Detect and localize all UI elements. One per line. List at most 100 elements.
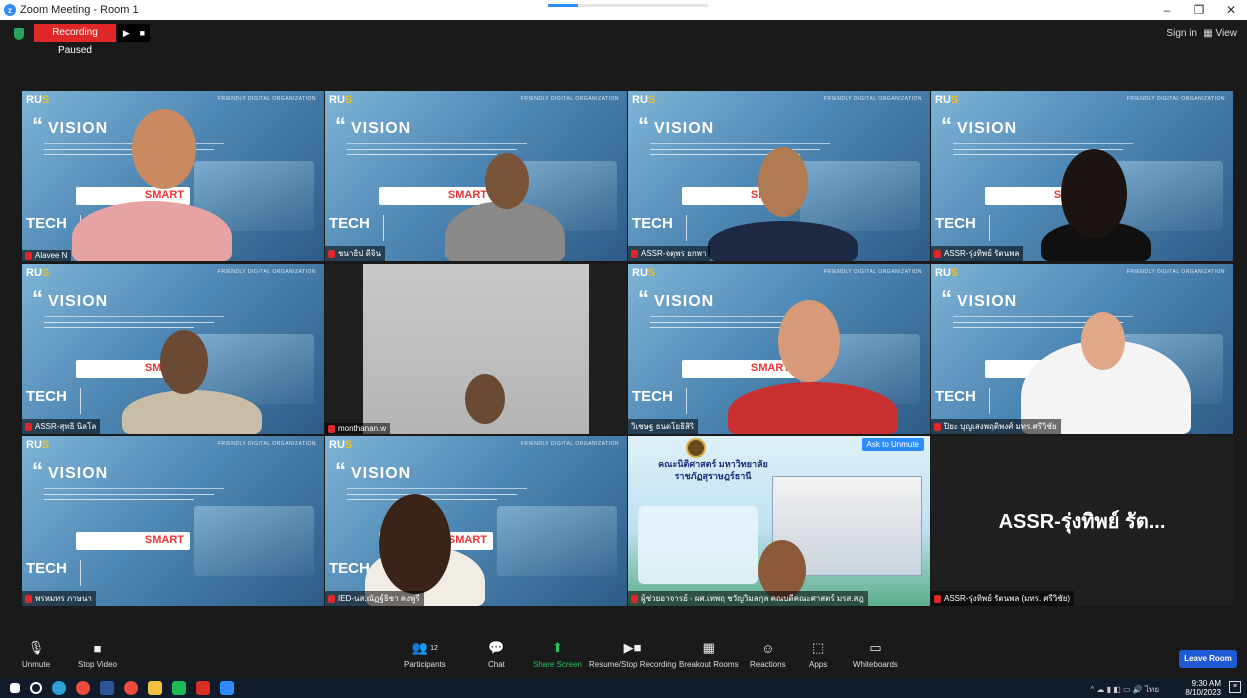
video-tile[interactable]: RUS FRIENDLY DIGITAL ORGANIZATION “VISIO…: [22, 264, 324, 434]
participants-icon: 👥 12: [411, 640, 438, 655]
line-app-icon[interactable]: [172, 681, 186, 695]
chat-icon: 💬: [488, 640, 505, 655]
participant-face: [758, 147, 808, 217]
participant-face: [1061, 149, 1127, 239]
share-screen-button[interactable]: ⬆ Share Screen: [533, 640, 582, 669]
window-titlebar: z Zoom Meeting - Room 1 – ❐ ✕: [0, 0, 1247, 20]
view-button[interactable]: ▦ View: [1203, 28, 1237, 39]
university-seal-icon: [686, 438, 706, 458]
stop-recording-icon[interactable]: ■: [140, 24, 145, 42]
drag-handle[interactable]: [548, 4, 708, 7]
video-tile[interactable]: RUS FRIENDLY DIGITAL ORGANIZATION “VISIO…: [325, 436, 627, 606]
video-tile[interactable]: ASSR-รุ่งทิพย์ รัต... ASSR-รุ่งทิพย์ รัต…: [931, 436, 1233, 606]
muted-mic-icon: [25, 594, 32, 603]
video-camera-icon: ■: [93, 640, 102, 656]
participants-count: 12: [430, 644, 438, 652]
reactions-button[interactable]: ☺ Reactions: [750, 640, 786, 670]
resume-stop-recording-button[interactable]: ▶■ Resume/Stop Recording: [589, 640, 676, 669]
participant-name-tag: monthanan.w: [325, 423, 391, 434]
view-label: View: [1215, 28, 1238, 39]
clock-time: 9:30 AM: [1191, 679, 1221, 688]
meeting-toolbar: 🎙 Unmute ■ Stop Video 👥 12 Participants 💬 Cha…: [0, 636, 1247, 676]
unmute-button[interactable]: 🎙 Unmute: [22, 640, 50, 669]
video-tile[interactable]: RUS FRIENDLY DIGITAL ORGANIZATION “VISIO…: [628, 91, 930, 261]
breakout-rooms-button[interactable]: ▦ Breakout Rooms: [679, 640, 739, 669]
video-tile[interactable]: RUS FRIENDLY DIGITAL ORGANIZATION “VISIO…: [931, 264, 1233, 434]
clock[interactable]: 9:30 AM 8/10/2023: [1185, 679, 1221, 697]
window-controls: – ❐ ✕: [1151, 0, 1247, 20]
participant-face: [485, 153, 529, 209]
breakout-rooms-icon: ▦: [702, 640, 715, 655]
participant-name-tag: IED-นส.ณัฏฐ์ธิชา คงพูรี: [325, 591, 424, 606]
restore-button[interactable]: ❐: [1183, 0, 1215, 20]
participant-name-tag: ASSR-รุ่งทิพย์ รัตนพล: [931, 246, 1024, 261]
sign-in-link[interactable]: Sign in: [1166, 28, 1197, 39]
ask-to-unmute-button[interactable]: Ask to Unmute: [861, 438, 924, 451]
edge-browser-icon[interactable]: [52, 681, 66, 695]
participant-name-tag: พรหมทร ภาษนา: [22, 591, 96, 606]
shared-slide: RUS FRIENDLY DIGITAL ORGANIZATION “VISIO…: [22, 436, 324, 606]
windows-start-icon[interactable]: [10, 683, 20, 693]
participants-button[interactable]: 👥 12 Participants: [404, 640, 446, 669]
reactions-icon: ☺: [761, 640, 775, 656]
minimize-button[interactable]: –: [1151, 0, 1183, 20]
window-title: Zoom Meeting - Room 1: [20, 4, 139, 16]
stop-video-button[interactable]: ■ Stop Video: [78, 640, 117, 670]
video-tile[interactable]: RUS FRIENDLY DIGITAL ORGANIZATION “VISIO…: [22, 91, 324, 261]
participant-face: [465, 374, 505, 424]
whiteboards-button[interactable]: ▭ Whiteboards: [853, 640, 898, 669]
muted-mic-icon: [631, 594, 638, 603]
system-tray-icons[interactable]: ^ ☁ ▮ ◧ ▭ 🔊 ไทย: [1090, 683, 1159, 696]
video-tile[interactable]: RUS FRIENDLY DIGITAL ORGANIZATION “VISIO…: [22, 436, 324, 606]
participant-face: [1081, 312, 1125, 370]
muted-mic-icon: [631, 249, 638, 258]
apps-icon: ⬚: [811, 640, 825, 655]
muted-mic-icon: [934, 594, 941, 603]
participant-name-tag: ASSR-รุ่งทิพย์ รัตนพล (มทร. ศรีวิชัย): [931, 591, 1075, 606]
clock-date: 8/10/2023: [1185, 688, 1221, 697]
participant-face: [379, 494, 451, 594]
video-tile[interactable]: RUS FRIENDLY DIGITAL ORGANIZATION “VISIO…: [931, 91, 1233, 261]
word-icon[interactable]: [100, 681, 114, 695]
language-indicator: ไทย: [1145, 685, 1159, 694]
muted-mic-icon: [25, 251, 32, 260]
video-tile[interactable]: monthanan.w: [325, 264, 627, 434]
participant-video: [122, 390, 262, 434]
active-speaker-tile[interactable]: RUS FRIENDLY DIGITAL ORGANIZATION “VISIO…: [628, 264, 930, 434]
chrome-browser-icon[interactable]: [76, 681, 90, 695]
security-shield-icon[interactable]: [14, 28, 24, 40]
windows-taskbar: [0, 678, 1247, 698]
resume-recording-icon[interactable]: ▶: [123, 24, 130, 42]
participant-name-tag: Alavee N: [22, 250, 72, 261]
notification-icon[interactable]: ≡: [1229, 681, 1241, 693]
share-screen-icon: ⬆: [552, 640, 563, 655]
muted-mic-icon: [25, 422, 32, 431]
recording-controls: ▶ ■: [118, 24, 150, 42]
leave-room-button[interactable]: Leave Room: [1179, 650, 1237, 668]
muted-mic-icon: [934, 422, 941, 431]
chrome-profile-icon[interactable]: [124, 681, 138, 695]
muted-mic-icon: [328, 249, 335, 258]
participant-name-tag: ปิยะ บุญเสงพฤติพงศ์ มทร.ศรีวิชัย: [931, 419, 1061, 434]
search-icon[interactable]: [30, 682, 42, 694]
participant-name-tag: วิเชษฐ ธนตโยธิสิริ: [628, 419, 699, 434]
muted-mic-icon: [328, 594, 335, 603]
chat-button[interactable]: 💬 Chat: [488, 640, 505, 669]
participant-name-tag: ชนาธิป ดีจิน: [325, 246, 385, 261]
video-tile[interactable]: RUS FRIENDLY DIGITAL ORGANIZATION “VISIO…: [325, 91, 627, 261]
participant-face: [778, 300, 840, 382]
participant-video: [708, 221, 858, 261]
participant-name-tag: ASSR-จตุพร ยกพา: [628, 246, 711, 261]
file-explorer-icon[interactable]: [148, 681, 162, 695]
video-tile[interactable]: คณะนิติศาสตร์ มหาวิทยาลัยราชภัฏสุราษฎร์ธ…: [628, 436, 930, 606]
whiteboard-icon: ▭: [869, 640, 882, 655]
recording-status-badge: Recording Paused: [34, 24, 116, 56]
zoom-logo-icon: z: [4, 4, 16, 16]
muted-mic-icon: [934, 249, 941, 258]
participant-name-tag: ผู้ช่วยอาจารย์ - ผศ.เทพฤ ชวัญวิมลกุล คณบ…: [628, 591, 868, 606]
pdf-reader-icon[interactable]: [196, 681, 210, 695]
close-button[interactable]: ✕: [1215, 0, 1247, 20]
apps-button[interactable]: ⬚ Apps: [809, 640, 827, 669]
participant-display-name: ASSR-รุ่งทิพย์ รัต...: [998, 511, 1166, 533]
zoom-app-icon[interactable]: [220, 681, 234, 695]
